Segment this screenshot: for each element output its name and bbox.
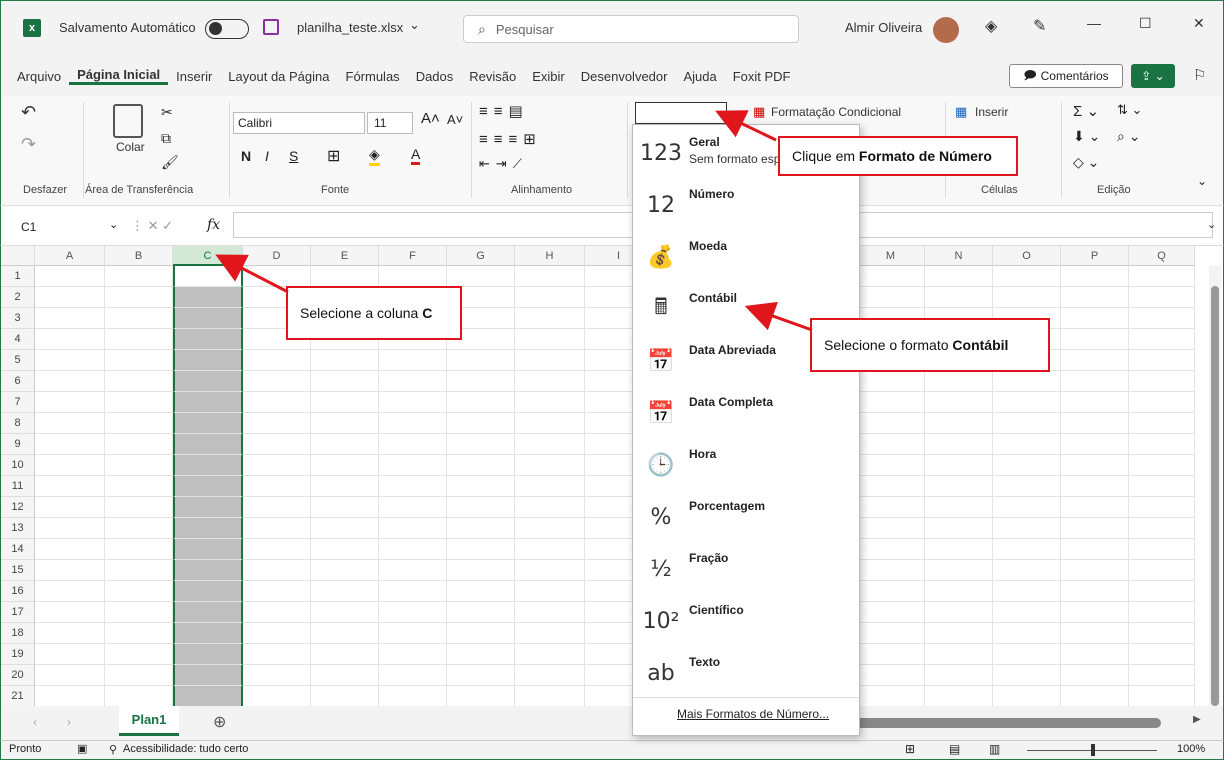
annotation-arrows (215, 110, 813, 332)
arrow-to-accounting (744, 301, 813, 332)
arrow-to-format-box (715, 110, 777, 142)
arrow-to-column-c (215, 254, 289, 294)
